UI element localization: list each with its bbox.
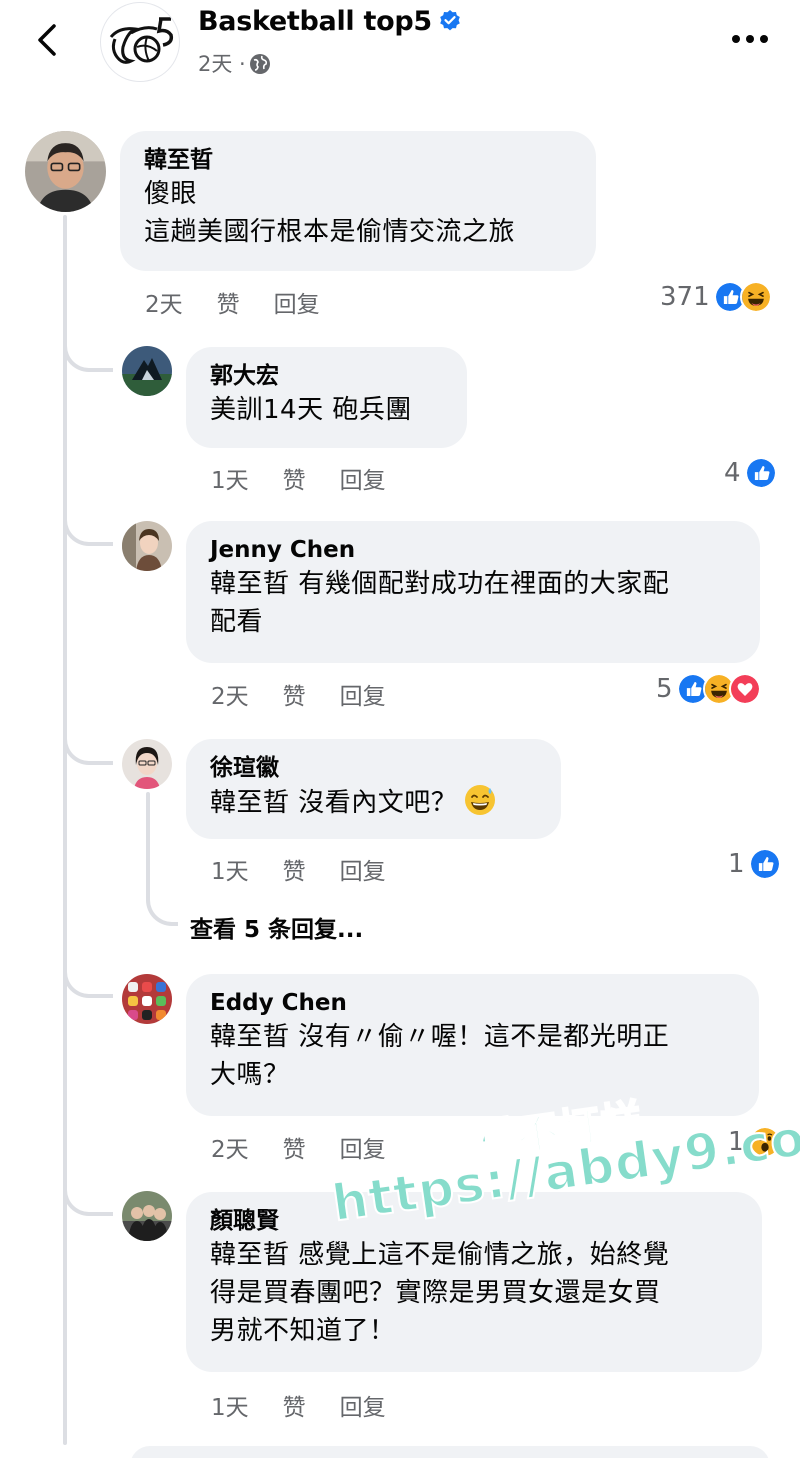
avatar[interactable] [122,521,172,571]
reaction-summary[interactable]: 5 [656,673,761,707]
like-button[interactable]: 赞 [283,852,306,886]
love-icon [728,673,761,705]
comment-author[interactable]: Eddy Chen [210,988,735,1018]
thread-connector [63,342,113,372]
comment-bubble[interactable]: 徐瑄徽 韓至晢 沒看內文吧？ [186,739,561,839]
thread-connector-nested [146,896,178,926]
like-icon [744,457,777,489]
reaction-summary[interactable]: 1 [728,848,781,882]
comment-text: 韓至晢 有幾個配對成功在裡面的大家配 [210,569,670,599]
haha-icon [739,281,772,313]
comment-text: 美訓14天 砲兵團 [210,395,412,425]
comment-actions: 1天 赞回复 [211,461,420,495]
reaction-count: 371 [660,282,710,312]
thread-connector [63,968,113,998]
thread-connector [63,516,113,546]
thread-connector [63,735,113,765]
comment-actions: 2天 赞回复 [145,285,354,319]
view-more-replies-link[interactable]: 查看 5 条回复... [190,910,363,944]
comment-actions: 1天 赞回复 [211,1388,420,1422]
globe-icon [249,54,270,74]
comment-text: 韓至晢 沒看內文吧？ [210,783,537,822]
comment-time: 1天 [211,859,249,885]
comment-text: 配看 [210,607,264,637]
like-button[interactable]: 赞 [283,1388,306,1422]
avatar[interactable] [25,131,106,212]
comment-time: 2天 [211,1137,249,1163]
grinning-sweat-emoji-icon [465,785,496,815]
comment-bubble[interactable]: Eddy Chen 韓至晢 沒有〃偷〃喔！這不是都光明正 大嗎？ [186,974,759,1116]
comment-author[interactable]: Jenny Chen [210,535,736,565]
avatar[interactable] [122,346,172,396]
comment-text: 男就不知道了！ [210,1316,396,1346]
comment-author[interactable]: 郭大宏 [210,361,443,391]
reaction-count: 4 [724,458,741,488]
comment-time: 1天 [211,468,249,494]
reply-button[interactable]: 回复 [340,852,386,886]
comment-bubble[interactable]: 郭大宏 美訓14天 砲兵團 [186,347,467,448]
comment-text: 韓至晢 感覺上這不是偷情之旅，始終覺 [210,1240,670,1270]
like-button[interactable]: 赞 [217,285,240,319]
user-photo-icon [122,1191,172,1241]
reaction-summary[interactable]: 371 [660,281,772,315]
comment-actions: 2天 赞回复 [211,677,420,711]
user-photo-icon [25,131,106,212]
user-photo-icon [122,521,172,571]
comment-bubble[interactable]: 顏聰賢 韓至晢 感覺上這不是偷情之旅，始終覺 得是買春團吧？實際是男買女還是女買… [186,1192,762,1372]
reaction-count: 1 [728,849,745,879]
comment-time: 2天 [145,292,183,318]
comment-author[interactable]: 徐瑄徽 [210,753,537,783]
page-logo-icon [109,17,174,64]
user-photo-icon [122,739,172,789]
comment-author[interactable]: 韓至晢 [144,145,572,175]
reply-button[interactable]: 回复 [340,461,386,495]
post-header: Basketball top5 2天 · [0,0,800,92]
verified-badge-icon [440,10,460,31]
reply-button[interactable]: 回复 [340,677,386,711]
comment-text-content: 韓至晢 沒看內文吧？ [210,788,458,818]
avatar[interactable] [122,974,172,1024]
page-name-text[interactable]: Basketball top5 [198,6,432,37]
avatar[interactable] [122,1191,172,1241]
back-icon[interactable] [28,18,68,62]
page-name[interactable]: Basketball top5 [198,6,462,37]
reaction-summary[interactable]: 4 [724,457,777,491]
like-button[interactable]: 赞 [283,677,306,711]
comment-actions: 1天 赞回复 [211,852,420,886]
comment-text: 大嗎？ [210,1060,290,1090]
post-time: 2天 · [198,52,246,76]
comment-actions: 2天 赞回复 [211,1130,420,1164]
next-comment-bubble-edge [130,1446,770,1458]
reply-button[interactable]: 回复 [340,1130,386,1164]
comment-text: 這趟美國行根本是偷情交流之旅 [144,217,516,247]
avatar[interactable] [122,739,172,789]
reply-button[interactable]: 回复 [340,1388,386,1422]
comment-bubble[interactable]: 韓至晢 傻眼 這趟美國行根本是偷情交流之旅 [120,131,596,271]
thread-line-main [63,215,67,1445]
user-photo-icon [122,974,172,1024]
thread-connector [63,1186,113,1216]
comment-text: 傻眼 [144,179,198,209]
thread-line-nested [146,792,150,902]
comment-time: 1天 [211,1395,249,1421]
comment-text: 得是買春團吧？實際是男買女還是女買 [210,1278,661,1308]
reply-button[interactable]: 回复 [274,285,320,319]
reaction-count: 5 [656,674,673,704]
like-button[interactable]: 赞 [283,1130,306,1164]
comment-bubble[interactable]: Jenny Chen 韓至晢 有幾個配對成功在裡面的大家配 配看 [186,521,760,663]
user-photo-icon [122,346,172,396]
like-button[interactable]: 赞 [283,461,306,495]
page-avatar[interactable] [100,2,180,82]
post-meta: 2天 · [198,48,272,78]
comment-time: 2天 [211,684,249,710]
like-icon [748,848,781,880]
comment-text: 韓至晢 沒有〃偷〃喔！這不是都光明正 [210,1022,670,1052]
more-options-icon[interactable] [728,26,772,52]
